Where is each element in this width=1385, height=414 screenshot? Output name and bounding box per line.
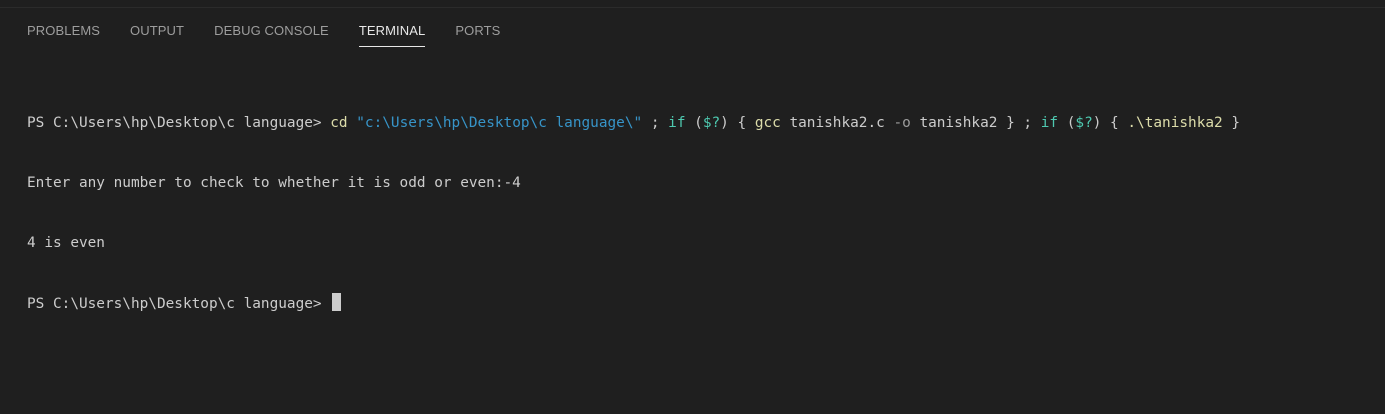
- terminal-prompt-current: PS C:\Users\hp\Desktop\c language>: [27, 296, 331, 312]
- path-string: "c:\Users\hp\Desktop\c language\": [356, 115, 643, 131]
- tab-problems[interactable]: PROBLEMS: [12, 9, 115, 47]
- paren-close-2: ) {: [1092, 115, 1128, 131]
- run-executable: .\tanishka2: [1127, 115, 1223, 131]
- panel-tab-bar: PROBLEMS OUTPUT DEBUG CONSOLE TERMINAL P…: [12, 9, 515, 47]
- status-variable-2: $?: [1075, 115, 1093, 131]
- tab-debug-console[interactable]: DEBUG CONSOLE: [199, 9, 344, 47]
- if-keyword-2: if: [1040, 115, 1059, 131]
- terminal-prompt: PS C:\Users\hp\Desktop\c language>: [27, 115, 331, 131]
- paren-close: ) {: [720, 115, 755, 131]
- tab-ports[interactable]: PORTS: [440, 9, 515, 47]
- tab-output[interactable]: OUTPUT: [115, 9, 199, 47]
- paren-open-2: (: [1058, 115, 1076, 131]
- gcc-output-arg: tanishka2 } ;: [910, 115, 1041, 131]
- gcc-command: gcc: [754, 115, 781, 131]
- terminal-output[interactable]: PS C:\Users\hp\Desktop\c language> cd "c…: [27, 73, 1365, 333]
- panel-top-border: [0, 0, 1385, 8]
- paren-open: (: [685, 115, 703, 131]
- program-output-result: 4 is even: [27, 235, 105, 251]
- program-output-prompt: Enter any number to check to whether it …: [27, 175, 521, 191]
- if-keyword: if: [668, 115, 686, 131]
- cd-command: cd: [330, 115, 348, 131]
- status-variable: $?: [702, 115, 721, 131]
- separator: ;: [642, 115, 669, 131]
- output-flag: -o: [893, 115, 911, 131]
- tab-terminal[interactable]: TERMINAL: [344, 9, 441, 47]
- gcc-source-arg: tanishka2.c: [780, 115, 894, 131]
- terminal-command-line: PS C:\Users\hp\Desktop\c language> cd "c…: [27, 113, 1365, 133]
- terminal-cursor: [332, 293, 342, 311]
- terminal-current-line: PS C:\Users\hp\Desktop\c language>: [27, 293, 1365, 313]
- brace-close: }: [1222, 115, 1241, 131]
